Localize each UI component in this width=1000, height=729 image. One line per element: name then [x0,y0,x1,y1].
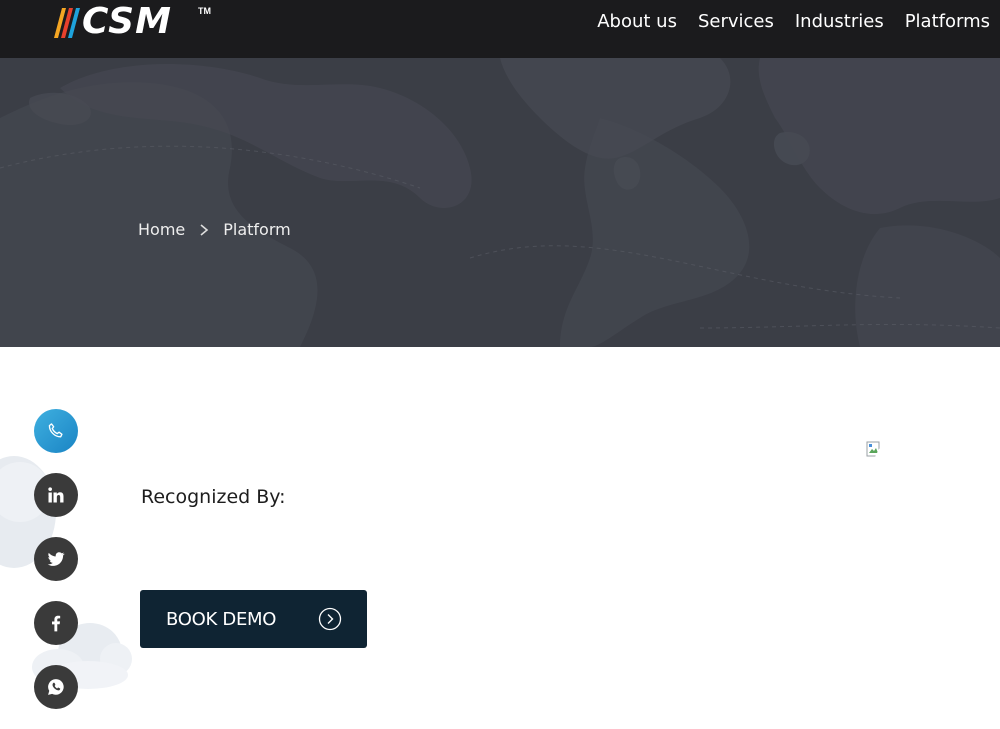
recognized-by-label: Recognized By: [141,486,286,508]
whatsapp-button[interactable] [34,665,78,709]
nav-about-us[interactable]: About us [597,9,677,35]
arrow-circle-right-icon [318,607,342,631]
social-rail [34,409,78,729]
logo-trademark: TM [198,6,211,16]
breadcrumb: Home Platform [138,220,291,239]
facebook-button[interactable] [34,601,78,645]
book-demo-label: BOOK DEMO [166,608,277,630]
site-header: CSM TM About us Services Industries Plat… [0,0,1000,58]
logo-text: CSM [82,1,172,42]
phone-button[interactable] [34,409,78,453]
breadcrumb-home-link[interactable]: Home [138,220,185,239]
linkedin-icon [48,487,64,503]
csm-logo[interactable]: CSM TM [52,1,217,44]
book-demo-button[interactable]: BOOK DEMO [140,590,367,648]
whatsapp-icon [48,679,64,695]
twitter-button[interactable] [34,537,78,581]
hero-banner: Home Platform [0,58,1000,347]
facebook-icon [52,615,61,632]
nav-platforms[interactable]: Platforms [905,9,990,35]
world-map-background [0,58,1000,347]
linkedin-button[interactable] [34,473,78,517]
breadcrumb-current: Platform [223,220,291,239]
main-nav: About us Services Industries Platforms [597,9,990,35]
twitter-icon [47,552,65,566]
nav-industries[interactable]: Industries [795,9,884,35]
nav-services[interactable]: Services [698,9,774,35]
broken-image-icon [866,441,883,457]
phone-icon [48,423,63,438]
logo-stripes-icon [54,8,80,38]
chevron-right-icon [200,223,209,236]
